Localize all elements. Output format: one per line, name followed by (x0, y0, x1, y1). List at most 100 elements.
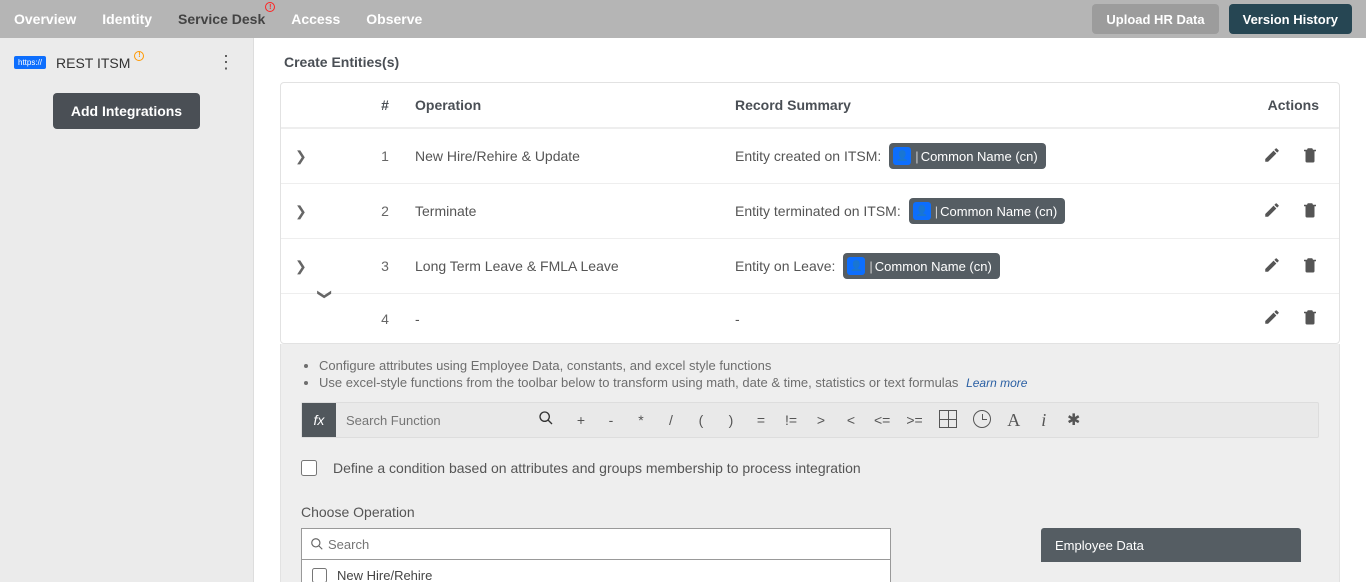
summary-text: Entity terminated on ITSM: (735, 203, 901, 219)
op-multiply[interactable]: * (634, 412, 648, 428)
op-rparen[interactable]: ) (724, 412, 738, 428)
tab-service-desk-label: Service Desk (178, 11, 265, 27)
main-content: Create Entities(s) # Operation Record Su… (254, 38, 1366, 582)
tab-service-desk[interactable]: Service Desk (178, 1, 265, 37)
table-row: ❯ 2 Terminate Entity terminated on ITSM:… (281, 183, 1339, 238)
settings-icon[interactable]: ✱ (1067, 410, 1081, 430)
tab-identity[interactable]: Identity (102, 1, 152, 37)
summary-text: Entity created on ITSM: (735, 148, 881, 164)
tab-observe[interactable]: Observe (366, 1, 422, 37)
condition-checkbox[interactable] (301, 460, 317, 476)
search-icon[interactable] (532, 410, 560, 431)
edit-icon[interactable] (1263, 146, 1281, 167)
function-search-input[interactable] (336, 403, 532, 437)
help-text-2: Use excel-style functions from the toolb… (319, 375, 958, 390)
employee-data-panel-header[interactable]: Employee Data (1041, 528, 1301, 562)
fx-badge: fx (302, 403, 336, 437)
op-minus[interactable]: - (604, 412, 618, 428)
op-lt[interactable]: < (844, 412, 858, 428)
formula-toolbar: fx + - * / ( ) = != > < <= >= (301, 402, 1319, 438)
delete-icon[interactable] (1301, 146, 1319, 167)
col-hash: # (355, 97, 415, 113)
user-icon: 👤 (913, 202, 931, 220)
operation-cell: - (415, 311, 735, 327)
help-text: Configure attributes using Employee Data… (319, 358, 1319, 373)
op-eq[interactable]: = (754, 412, 768, 428)
sidebar: https:// REST ITSM ⋮ Add Integrations (0, 38, 254, 582)
tab-access[interactable]: Access (291, 1, 340, 37)
tab-overview[interactable]: Overview (14, 1, 76, 37)
edit-icon[interactable] (1263, 201, 1281, 222)
operation-search-input[interactable] (328, 537, 882, 552)
delete-icon[interactable] (1301, 256, 1319, 277)
row-number: 3 (355, 258, 415, 274)
warning-icon (134, 51, 144, 61)
op-lparen[interactable]: ( (694, 412, 708, 428)
col-operation: Operation (415, 97, 735, 113)
expand-icon[interactable]: ❯ (295, 203, 355, 220)
op-gt[interactable]: > (814, 412, 828, 428)
summary-cell: Entity on Leave: 👤|Common Name (cn) (735, 253, 1215, 279)
table-row: ❯ 4 - - (281, 293, 1339, 343)
integration-name-text: REST ITSM (56, 55, 130, 71)
condition-label: Define a condition based on attributes a… (333, 460, 861, 476)
user-icon: 👤 (847, 257, 865, 275)
time-functions-icon[interactable] (973, 410, 991, 431)
alert-icon (265, 2, 275, 12)
integration-item[interactable]: https:// REST ITSM ⋮ (14, 52, 239, 73)
attribute-chip[interactable]: 👤|Common Name (cn) (843, 253, 999, 279)
col-actions: Actions (1215, 97, 1325, 113)
section-title: Create Entities(s) (284, 54, 1340, 70)
attribute-chip[interactable]: 👤|Common Name (cn) (889, 143, 1045, 169)
op-divide[interactable]: / (664, 412, 678, 428)
table-row: ❯ 1 New Hire/Rehire & Update Entity crea… (281, 128, 1339, 183)
add-integrations-button[interactable]: Add Integrations (53, 93, 200, 129)
top-nav: Overview Identity Service Desk Access Ob… (0, 0, 1366, 38)
op-plus[interactable]: + (574, 412, 588, 428)
integration-name: REST ITSM (56, 55, 142, 71)
op-gte[interactable]: >= (906, 412, 922, 428)
operation-cell: Long Term Leave & FMLA Leave (415, 258, 735, 274)
op-lte[interactable]: <= (874, 412, 890, 428)
summary-cell: Entity terminated on ITSM: 👤|Common Name… (735, 198, 1215, 224)
summary-cell: Entity created on ITSM: 👤|Common Name (c… (735, 143, 1215, 169)
edit-icon[interactable] (1263, 308, 1281, 329)
attribute-chip[interactable]: 👤|Common Name (cn) (909, 198, 1065, 224)
help-text: Use excel-style functions from the toolb… (319, 375, 1319, 390)
row-number: 1 (355, 148, 415, 164)
operation-option-label: New Hire/Rehire (337, 568, 432, 582)
expanded-config-panel: Configure attributes using Employee Data… (280, 344, 1340, 582)
chip-label: Common Name (cn) (940, 204, 1057, 219)
learn-more-link[interactable]: Learn more (966, 376, 1027, 390)
operation-cell: Terminate (415, 203, 735, 219)
summary-text: Entity on Leave: (735, 258, 835, 274)
delete-icon[interactable] (1301, 201, 1319, 222)
chip-label: Common Name (cn) (875, 259, 992, 274)
chip-label: Common Name (cn) (921, 149, 1038, 164)
collapse-icon[interactable]: ❯ (317, 289, 334, 349)
protocol-badge: https:// (14, 56, 46, 69)
operation-checkbox[interactable] (312, 568, 327, 582)
op-neq[interactable]: != (784, 412, 798, 428)
operation-search[interactable] (301, 528, 891, 560)
expand-icon[interactable]: ❯ (295, 148, 355, 165)
upload-hr-data-button[interactable]: Upload HR Data (1092, 4, 1218, 34)
operation-cell: New Hire/Rehire & Update (415, 148, 735, 164)
text-functions-icon[interactable]: A (1007, 410, 1021, 431)
version-history-button[interactable]: Version History (1229, 4, 1352, 34)
row-number: 4 (355, 311, 415, 327)
expand-icon[interactable]: ❯ (295, 258, 355, 275)
user-icon: 👤 (893, 147, 911, 165)
kebab-menu-icon[interactable]: ⋮ (213, 52, 239, 73)
delete-icon[interactable] (1301, 308, 1319, 329)
table-functions-icon[interactable] (939, 410, 957, 431)
table-row: ❯ 3 Long Term Leave & FMLA Leave Entity … (281, 238, 1339, 293)
info-functions-icon[interactable]: i (1037, 410, 1051, 431)
summary-cell: - (735, 311, 1215, 327)
col-summary: Record Summary (735, 97, 1215, 113)
search-icon (310, 537, 324, 551)
row-number: 2 (355, 203, 415, 219)
operation-option[interactable]: New Hire/Rehire (301, 560, 891, 582)
edit-icon[interactable] (1263, 256, 1281, 277)
choose-operation-label: Choose Operation (301, 504, 1319, 520)
